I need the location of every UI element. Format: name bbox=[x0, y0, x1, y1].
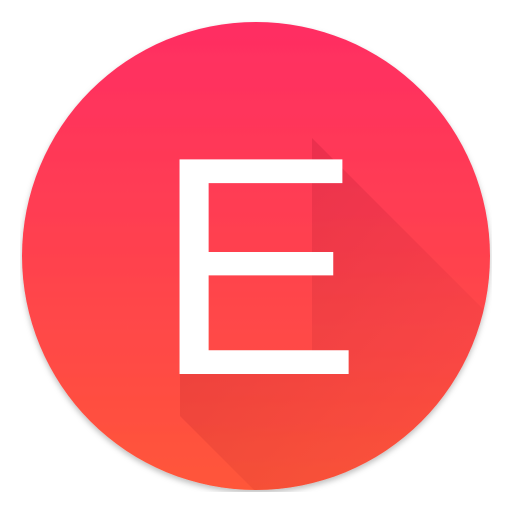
icon-letter: E bbox=[154, 93, 362, 441]
app-launcher-icon[interactable]: E bbox=[20, 20, 492, 492]
icon-canvas: E bbox=[0, 0, 512, 512]
